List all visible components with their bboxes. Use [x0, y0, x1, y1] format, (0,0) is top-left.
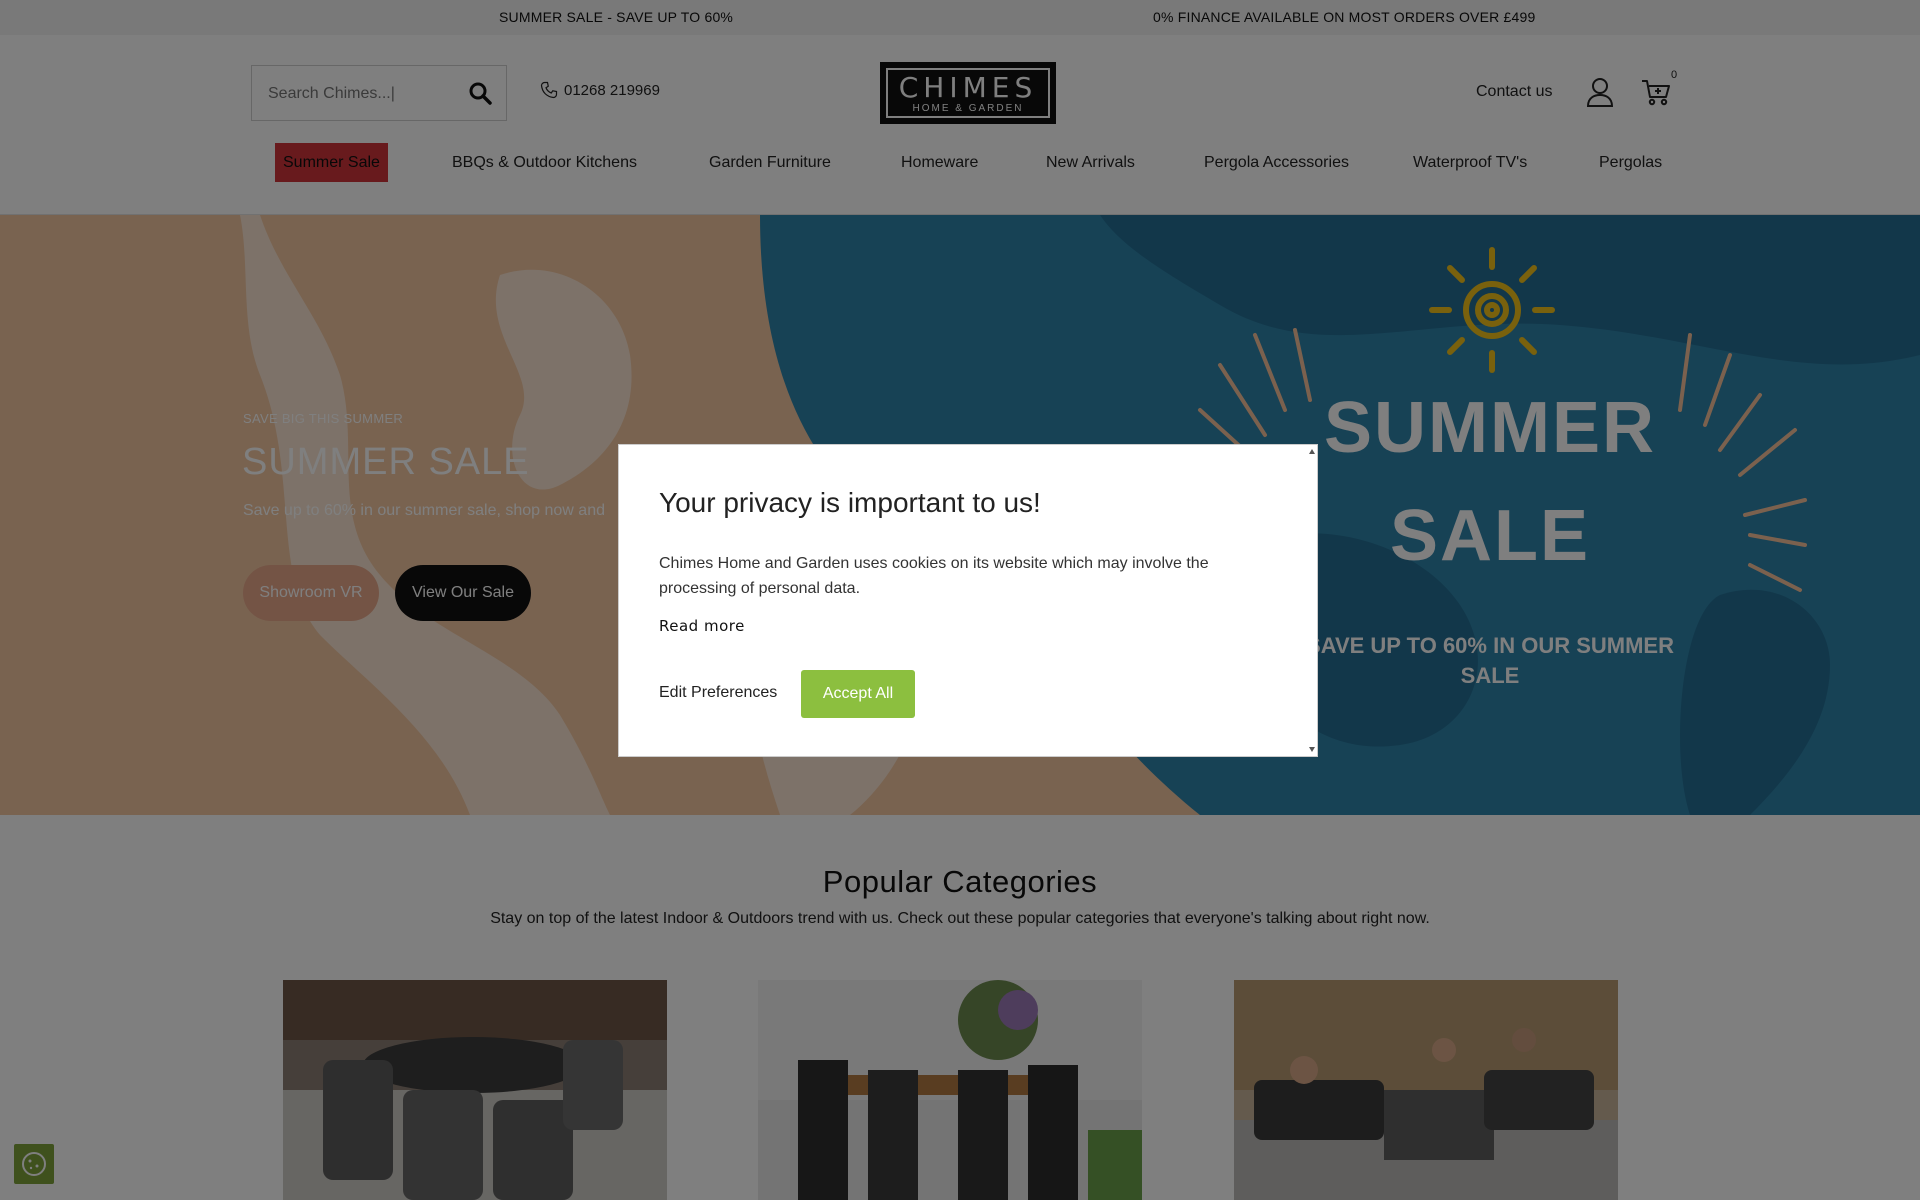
- read-more-link[interactable]: Read more: [659, 617, 745, 635]
- modal-title: Your privacy is important to us!: [659, 487, 1041, 518]
- modal-scrollbar[interactable]: [1307, 445, 1317, 756]
- accept-all-button[interactable]: Accept All: [801, 670, 915, 718]
- privacy-modal: Your privacy is important to us! Chimes …: [618, 444, 1318, 757]
- edit-preferences-button[interactable]: Edit Preferences: [659, 684, 777, 702]
- modal-body: Chimes Home and Garden uses cookies on i…: [659, 555, 1209, 597]
